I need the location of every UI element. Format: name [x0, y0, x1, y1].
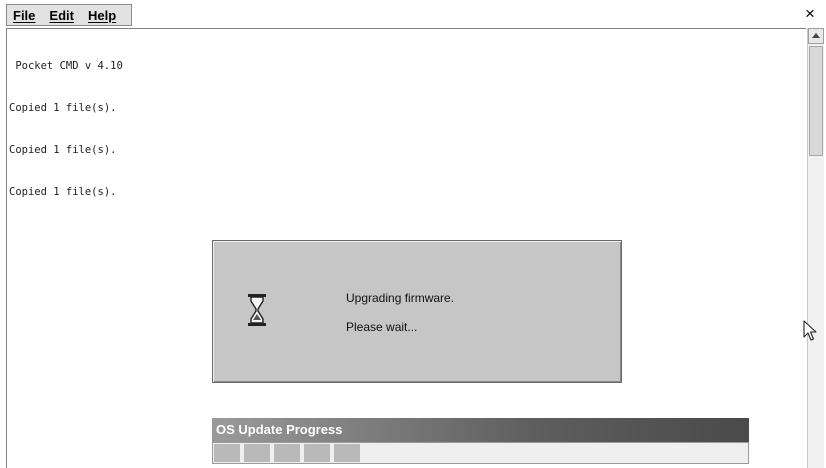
close-button[interactable]: ×: [802, 4, 818, 24]
progress-segment: [244, 444, 270, 462]
progress-segment: [274, 444, 300, 462]
progress-title: OS Update Progress: [212, 418, 749, 442]
progress-segment: [334, 444, 360, 462]
vertical-scrollbar[interactable]: [807, 28, 824, 468]
progress-segment: [214, 444, 240, 462]
hourglass-icon: [248, 294, 266, 326]
scroll-thumb[interactable]: [809, 46, 823, 156]
console-line: Pocket CMD v 4.10: [9, 60, 123, 72]
firmware-upgrade-dialog: Upgrading firmware. Please wait...: [212, 240, 622, 383]
console-line: Copied 1 file(s).: [9, 144, 117, 156]
console-line: Copied 1 file(s).: [9, 102, 117, 114]
progress-fill: [214, 444, 360, 462]
progress-segment: [304, 444, 330, 462]
progress-bar: [212, 442, 749, 464]
chevron-up-icon: [812, 33, 820, 38]
scroll-up-button[interactable]: [808, 28, 824, 44]
menu-group: File Edit Help: [6, 4, 132, 26]
console-output: Pocket CMD v 4.10 Copied 1 file(s). Copi…: [9, 31, 123, 227]
os-update-progress-panel: OS Update Progress: [212, 418, 749, 466]
menu-bar: File Edit Help ×: [0, 0, 826, 28]
mouse-cursor-icon: [803, 320, 817, 341]
console-line: Copied 1 file(s).: [9, 186, 117, 198]
menu-file[interactable]: File: [13, 8, 35, 23]
menu-help[interactable]: Help: [88, 8, 116, 23]
dialog-wait-text: Please wait...: [346, 320, 418, 334]
dialog-message: Upgrading firmware.: [346, 291, 455, 305]
menu-edit[interactable]: Edit: [49, 8, 74, 23]
